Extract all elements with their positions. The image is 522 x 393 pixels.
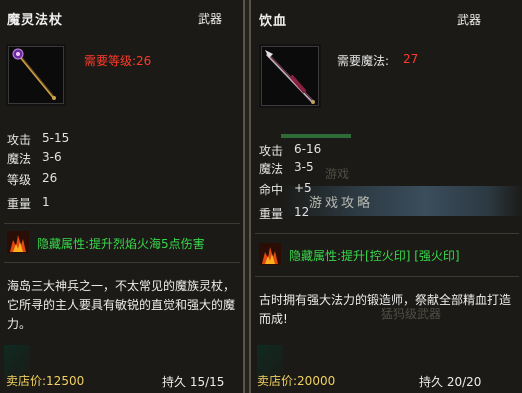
item-tooltip-right: 饮血 武器 需要魔法: 27 游戏 游戏攻略 攻击 6-16 魔法 3-5 命中… (249, 0, 522, 393)
stat-label: 等级 (7, 173, 32, 187)
item-description: 海岛三大神兵之一，不太常见的魔族灵杖，它所寻的主人要具有敏锐的直觉和强大的魔力。 (7, 279, 236, 331)
stat-label: 重量 (7, 197, 32, 211)
watermark-banner-text: 游戏攻略 (309, 196, 374, 211)
magic-staff-icon (6, 44, 66, 106)
stat-value: 5-15 (42, 131, 70, 145)
stat-label: 攻击 (259, 144, 284, 158)
stat-value: 6-16 (294, 142, 322, 156)
hidden-attribute: 隐藏属性:提升[控火印] [强火印] (289, 249, 460, 263)
requirement-text: 需要等级:26 (84, 54, 152, 68)
watermark: 游戏 (325, 167, 350, 181)
divider (255, 233, 519, 234)
requirement-label: 需要魔法: (337, 54, 390, 68)
stat-label: 攻击 (7, 133, 32, 147)
fire-icon (259, 243, 281, 265)
stat-value: 1 (42, 195, 50, 209)
watermark-banner: 游戏攻略 (279, 186, 522, 216)
stat-value: 3-6 (42, 150, 62, 164)
item-name: 魔灵法杖 (7, 13, 64, 28)
stat-value: 3-5 (294, 160, 314, 174)
divider (255, 276, 519, 277)
hidden-attribute: 隐藏属性:提升烈焰火海5点伤害 (37, 237, 205, 251)
item-tooltip-left: 魔灵法杖 武器 需要等级:26 攻击 5-15 魔法 3-6 等级 26 重量 … (0, 0, 245, 393)
requirement-value: 27 (403, 52, 419, 66)
item-type: 武器 (457, 13, 482, 27)
stat-label: 魔法 (259, 162, 284, 176)
divider (4, 223, 240, 224)
stat-label: 魔法 (7, 152, 32, 166)
durability: 持久 20/20 (419, 375, 482, 389)
divider-green (281, 134, 351, 138)
fire-icon (7, 231, 29, 253)
stat-value: +5 (294, 181, 312, 195)
item-type: 武器 (198, 12, 223, 26)
item-name: 饮血 (259, 14, 288, 29)
durability: 持久 15/15 (162, 375, 225, 389)
blood-spear-icon (259, 44, 321, 108)
sell-price: 卖店价:12500 (6, 374, 85, 388)
divider (4, 262, 240, 263)
stat-value: 26 (42, 171, 58, 185)
sell-price: 卖店价:20000 (257, 374, 336, 388)
stat-label: 命中 (259, 183, 284, 197)
stat-label: 重量 (259, 207, 284, 221)
watermark: 猛犸级武器 (381, 307, 442, 321)
stat-value: 12 (294, 205, 310, 219)
